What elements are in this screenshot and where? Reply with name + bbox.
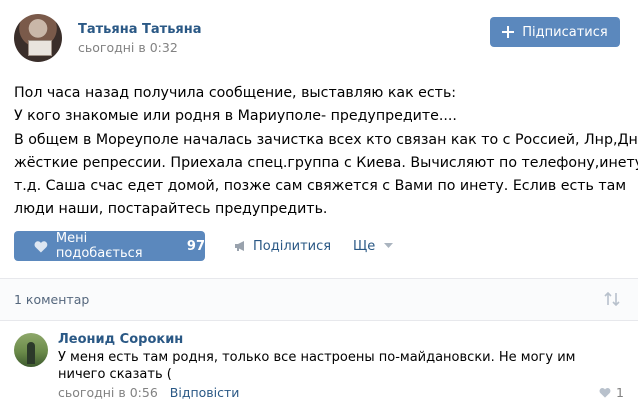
share-button[interactable]: Поділитися: [234, 231, 331, 261]
like-label: Мені подобається: [55, 231, 143, 261]
like-count: 97: [186, 238, 205, 254]
comment-text: У меня есть там родня, только все настро…: [58, 350, 576, 382]
comment-like-count: 1: [616, 385, 624, 400]
post-text: Пол часа назад получила сообщение, выста…: [14, 82, 638, 222]
comment-author[interactable]: Леонид Сорокин: [58, 332, 183, 347]
post-text-line: люди наши, постарайтесь предупредить.: [14, 201, 328, 218]
heart-icon: [599, 388, 611, 398]
comment-meta: сьогодні в 0:56 Відповісти: [58, 385, 239, 400]
post-date[interactable]: сьогодні в 0:32: [78, 40, 178, 55]
post-text-line: У кого знакомые или родня в Мариуполе- п…: [14, 108, 457, 125]
reply-link[interactable]: Відповісти: [170, 385, 240, 400]
chevron-down-icon: [384, 243, 394, 248]
post-actions: Мені подобається 97 Поділитися Ще: [14, 231, 624, 261]
sort-arrows-icon[interactable]: [604, 292, 620, 306]
comment-item: Леонид Сорокин У меня есть там родня, то…: [14, 332, 628, 403]
like-button[interactable]: Мені подобається 97: [14, 231, 205, 261]
subscribe-label: Підписатися: [522, 24, 608, 40]
heart-icon: [34, 240, 48, 252]
share-label: Поділитися: [253, 238, 332, 254]
plus-icon: [502, 26, 515, 38]
post-text-line: т.д. Саша счас едет домой, позже сам свя…: [14, 178, 627, 195]
author-name[interactable]: Татьяна Татьяна: [78, 22, 202, 37]
post-text-line: жёсткие репрессии. Приехала спец.группа …: [14, 154, 638, 171]
more-button[interactable]: Ще: [353, 231, 394, 261]
comment-avatar[interactable]: [14, 333, 48, 367]
megaphone-icon: [235, 241, 244, 251]
post-header: Татьяна Татьяна сьогодні в 0:32 Підписат…: [14, 14, 624, 62]
comment-like-button[interactable]: 1: [599, 385, 624, 400]
more-label: Ще: [353, 238, 376, 254]
post-text-line: В общем в Мореуполе началась зачистка вс…: [14, 131, 638, 148]
author-avatar[interactable]: [14, 14, 62, 62]
divider: [0, 320, 638, 321]
subscribe-button[interactable]: Підписатися: [490, 17, 620, 47]
post-text-line: Пол часа назад получила сообщение, выста…: [14, 85, 457, 101]
comments-header: 1 коментар: [0, 279, 638, 320]
comment-date[interactable]: сьогодні в 0:56: [58, 385, 158, 400]
comments-count: 1 коментар: [14, 292, 90, 307]
